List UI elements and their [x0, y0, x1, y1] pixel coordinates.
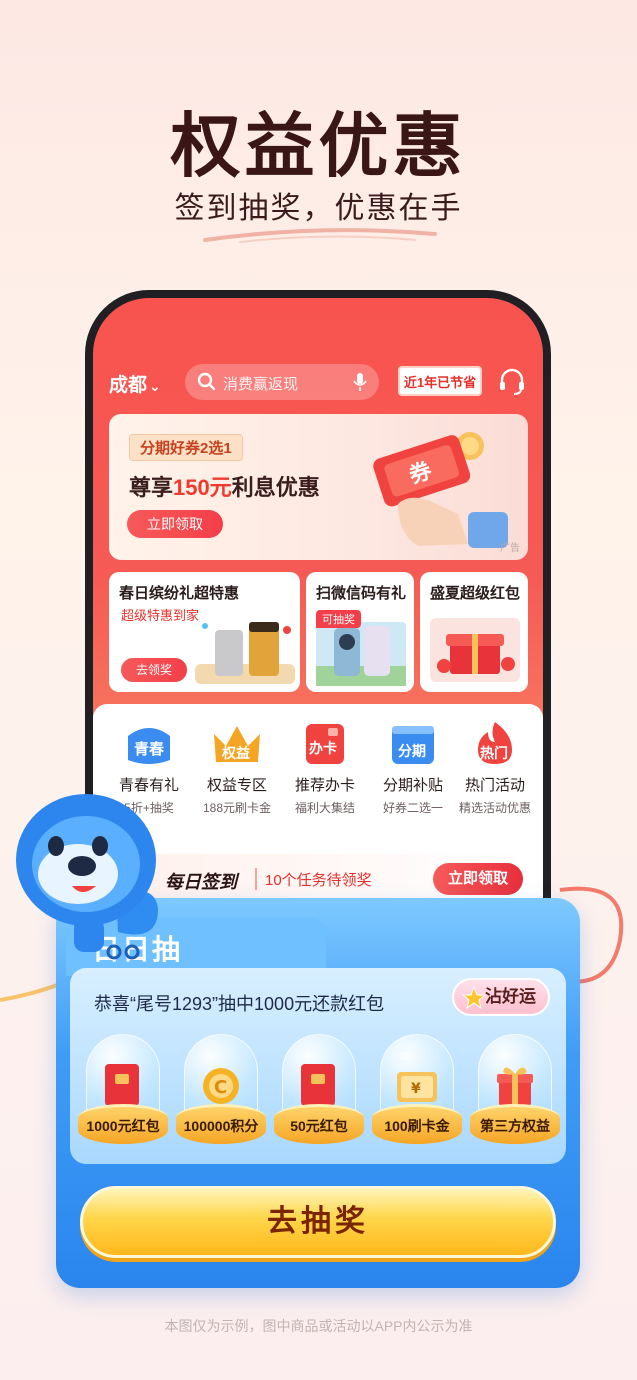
can-draw-badge: 可抽奖	[316, 610, 361, 628]
gift-icon	[497, 1067, 533, 1106]
prize-item: 50元红包	[274, 1034, 364, 1154]
hero-subtitle: 签到抽奖，优惠在手	[174, 192, 463, 225]
service-sub: 188元刷卡金	[202, 801, 272, 815]
prize-label: 50元红包	[290, 1118, 348, 1134]
coupon-hand-illustration: 券	[373, 432, 508, 548]
service-icon-text: 分期	[398, 744, 426, 760]
customer-service-icon[interactable]	[498, 368, 526, 396]
cash-card-icon: ¥	[397, 1072, 437, 1102]
promo-title-amount: 150元	[173, 475, 232, 500]
hero-title: 权益优惠	[170, 107, 467, 185]
red-packet-icon	[301, 1064, 335, 1106]
service-icon-text: 热门	[480, 745, 508, 762]
card-summer-red-packet[interactable]: 盛夏超级红包	[420, 572, 528, 692]
service-card-apply[interactable]: 办卡 推荐办卡 福利大集结	[281, 720, 369, 816]
service-label: 权益专区	[206, 777, 267, 794]
card-spring-deal[interactable]: 春日缤纷礼超特惠 超级特惠到家 去领奖	[109, 572, 300, 692]
coffee-cups-illustration	[195, 622, 295, 684]
promo-title-prefix: 尊享	[129, 475, 174, 500]
service-label: 推荐办卡	[294, 777, 355, 794]
savings-badge[interactable]: 近1年已节省	[398, 366, 482, 396]
checkin-tasks: 10个任务待领奖	[265, 872, 372, 889]
youth-icon: 青春	[122, 720, 176, 766]
service-icon-text: 青春	[134, 740, 164, 758]
prize-item: ¥ 100刷卡金	[372, 1034, 462, 1154]
service-sub: 福利大集结	[294, 801, 355, 815]
city-label: 成都	[109, 375, 148, 396]
promo-title: 尊享150元利息优惠	[129, 470, 320, 502]
prize-label: 100000积分	[183, 1118, 259, 1134]
coin-symbol: C	[214, 1077, 227, 1098]
draw-prize-area: 恭喜“尾号1293”抽中1000元还款红包 沾好运 1000元红包 C 1000…	[70, 968, 566, 1164]
search-placeholder: 消费赢返现	[223, 376, 299, 393]
coin-icon: C	[203, 1068, 239, 1104]
divider	[255, 868, 257, 890]
top-bar: 成都 ⌄ 消费赢返现 近1年已节省	[93, 360, 543, 404]
card-subtitle: 超级特惠到家	[121, 608, 200, 623]
gift-box-illustration	[430, 618, 520, 682]
disclaimer: 本图仅为示例，图中商品或活动以APP内公示为准	[164, 1318, 473, 1334]
service-benefits[interactable]: 权益 权益专区 188元刷卡金	[193, 720, 281, 816]
claim-prize-button[interactable]: 去领奖	[121, 658, 187, 682]
service-label: 热门活动	[464, 777, 525, 794]
checkin-title: 每日签到	[165, 872, 237, 892]
prize-label: 1000元红包	[86, 1118, 160, 1134]
service-sub: 好券二选一	[382, 801, 443, 815]
prize-item: 第三方权益	[470, 1034, 560, 1154]
city-selector[interactable]: 成都 ⌄	[109, 370, 161, 397]
service-sub: 精选活动优惠	[458, 801, 531, 815]
claim-now-button[interactable]: 立即领取	[127, 510, 223, 538]
swoosh-decoration	[203, 228, 437, 243]
microphone-icon[interactable]	[353, 372, 367, 392]
promo-banner[interactable]: 分期好券2选1 尊享150元利息优惠 立即领取 券 广告	[109, 414, 528, 560]
promo-title-suffix: 利息优惠	[231, 475, 320, 500]
search-input[interactable]: 消费赢返现	[185, 364, 379, 400]
flame-icon: 热门	[468, 720, 522, 766]
star-icon	[462, 986, 486, 1010]
prize-label: 100刷卡金	[384, 1118, 450, 1134]
card-title: 春日缤纷礼超特惠	[119, 585, 240, 602]
red-packet-icon	[105, 1064, 139, 1106]
good-luck-label: 沾好运	[485, 987, 536, 1006]
prize-item: C 100000积分	[176, 1034, 266, 1154]
draw-button[interactable]: 去抽奖	[80, 1186, 556, 1258]
service-hot[interactable]: 热门 热门活动 精选活动优惠	[451, 720, 539, 816]
promo-tag: 分期好券2选1	[129, 434, 243, 461]
service-installment[interactable]: 分期 分期补贴 好券二选一	[369, 720, 457, 816]
card-title: 扫微信码有礼	[316, 585, 407, 602]
card-wechat-scan[interactable]: 扫微信码有礼 可抽奖	[306, 572, 414, 692]
prize-label: 第三方权益	[480, 1118, 550, 1134]
crown-icon: 权益	[210, 720, 264, 766]
service-icon-text: 权益	[221, 745, 250, 762]
lion-mascot-icon	[16, 794, 158, 960]
good-luck-button[interactable]: 沾好运	[452, 978, 550, 1016]
winner-announcement: 恭喜“尾号1293”抽中1000元还款红包	[94, 994, 385, 1014]
checkin-claim-button[interactable]: 立即领取	[433, 863, 523, 895]
cash-symbol: ¥	[411, 1081, 421, 1097]
search-icon	[197, 372, 216, 391]
ad-label: 广告	[500, 543, 520, 554]
chevron-down-icon: ⌄	[149, 378, 161, 394]
card-icon: 办卡	[298, 720, 352, 766]
card-title: 盛夏超级红包	[430, 585, 521, 602]
service-icon-text: 办卡	[309, 740, 337, 757]
service-label: 分期补贴	[382, 777, 443, 794]
daily-checkin-bar[interactable]: 每日签到 10个任务待领奖 立即领取	[109, 854, 528, 904]
installment-icon: 分期	[386, 720, 440, 766]
prize-item: 1000元红包	[78, 1034, 168, 1154]
